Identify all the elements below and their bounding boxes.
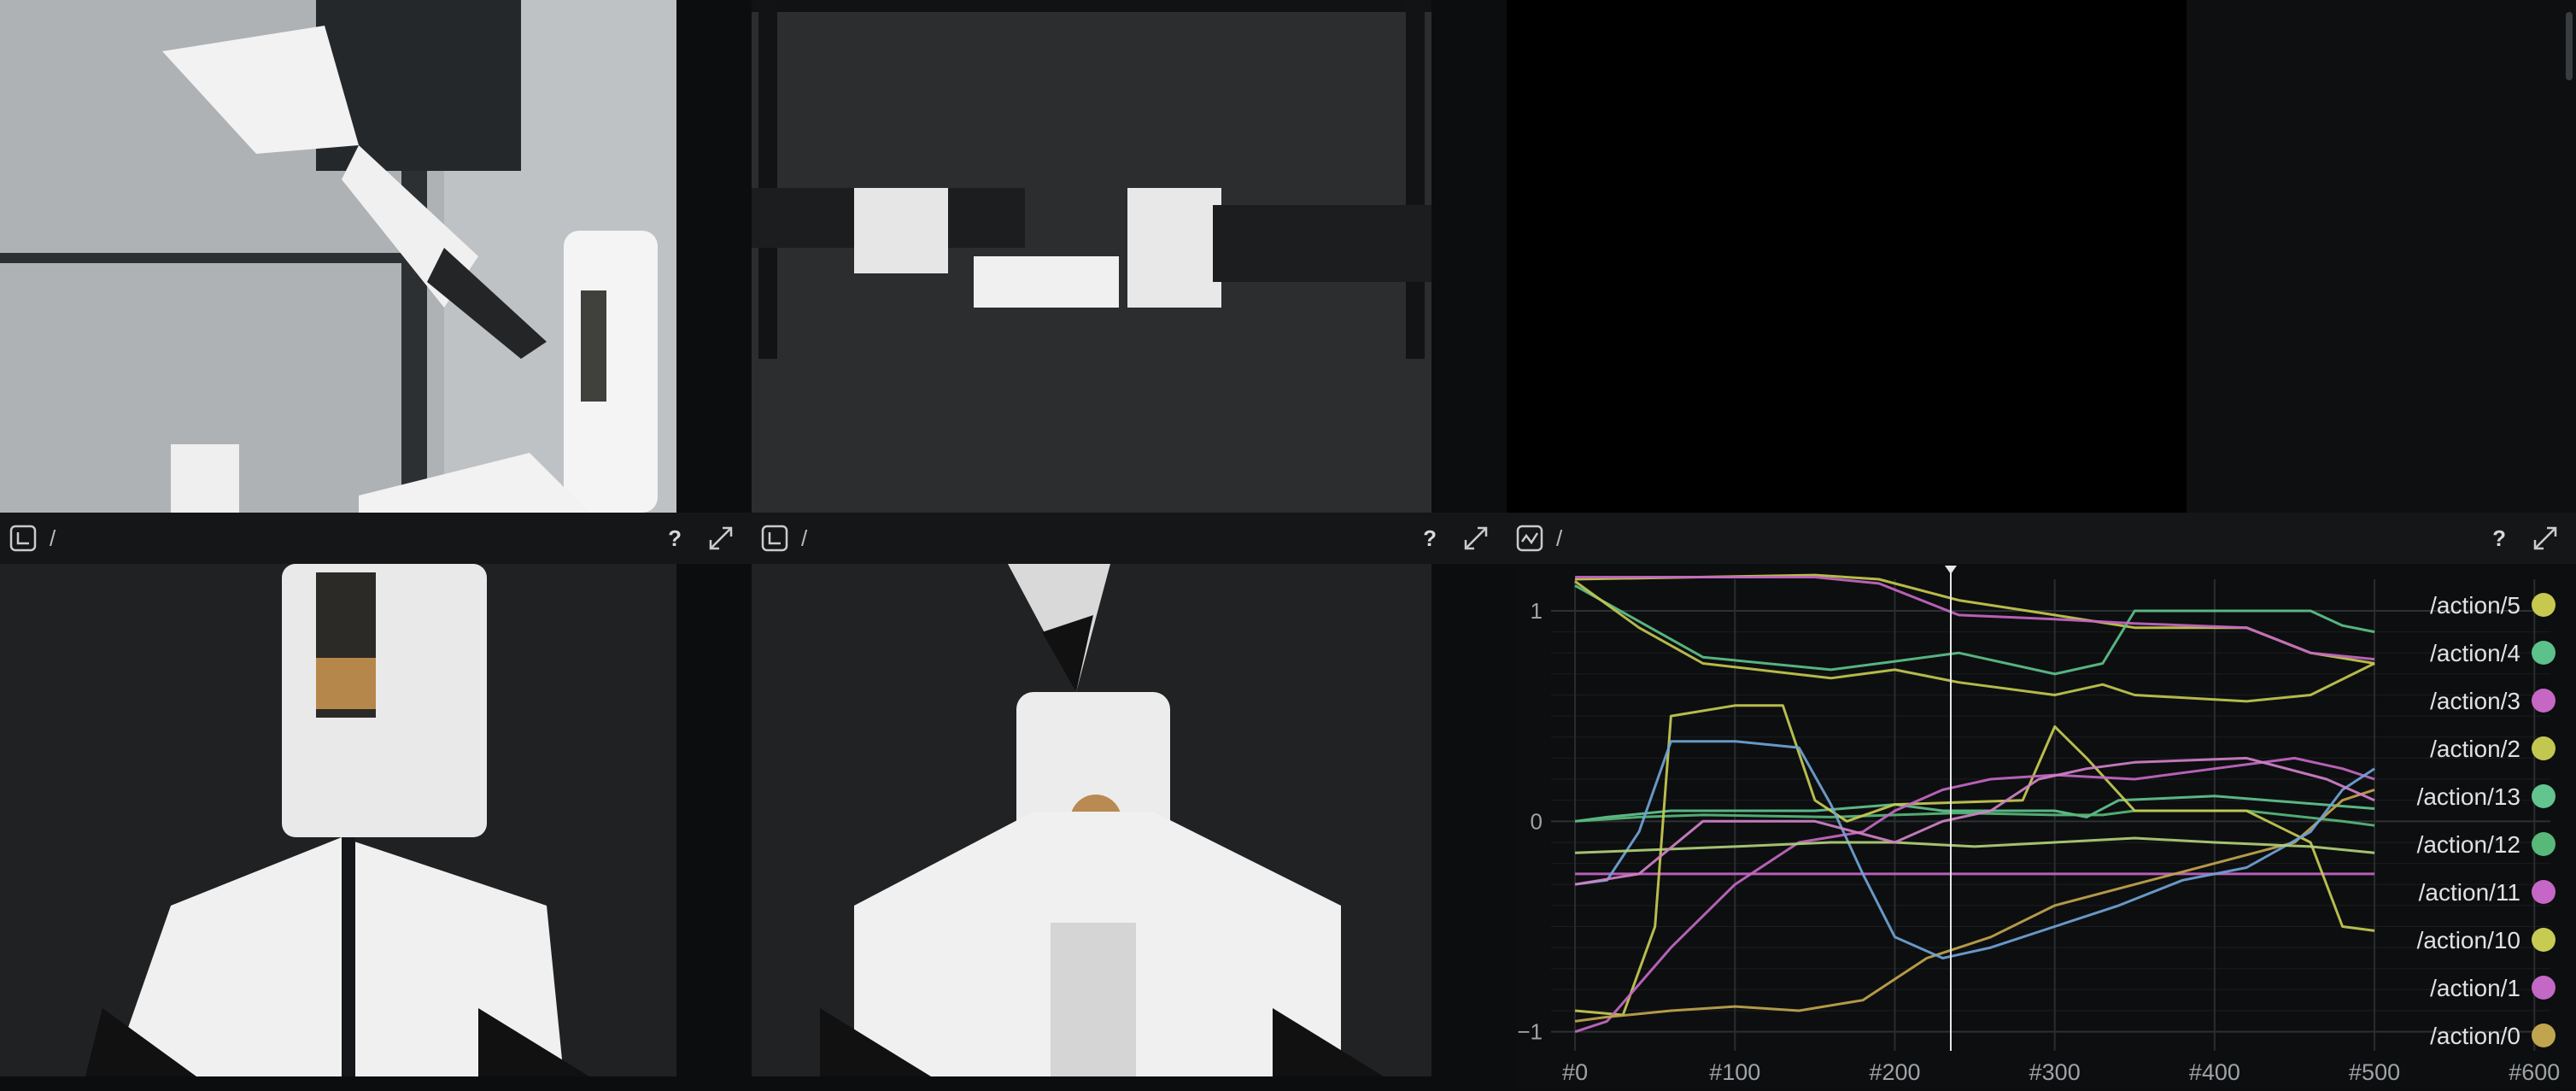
maximize-icon[interactable]	[1461, 523, 1491, 554]
series-line	[1575, 836, 2375, 854]
camera-frame-gripper-right	[752, 564, 1431, 1076]
timeseries-icon[interactable]	[1515, 524, 1544, 553]
timeseries-plot[interactable]: 1 0 −1 #0 #100 #200 #300 #400 #500 #600/action/5 /…	[1517, 564, 2576, 1087]
series-line	[1575, 576, 2375, 661]
legend-label: /action/11	[2419, 879, 2520, 906]
x-tick-label: #400	[2189, 1059, 2240, 1085]
legend-label: /action/1	[2430, 975, 2520, 1001]
camera-frame-left	[0, 0, 676, 513]
camera-frame-overhead	[752, 0, 1431, 513]
legend-label: /action/3	[2430, 688, 2520, 714]
scrollbar-thumb[interactable]	[2566, 12, 2573, 80]
legend-dot	[2532, 928, 2556, 952]
camera-view-top-right[interactable]	[1507, 0, 2187, 513]
help-icon[interactable]: ?	[2492, 525, 2506, 552]
series-line	[1574, 580, 2375, 703]
camera-frame-gripper-left	[0, 564, 676, 1076]
series-line	[1575, 573, 2375, 665]
view-path[interactable]: /	[1556, 525, 1562, 552]
x-tick-label: #300	[2029, 1059, 2081, 1085]
x-tick-label: #0	[1562, 1059, 1588, 1085]
y-tick-label: −1	[1517, 1019, 1543, 1045]
legend-label: /action/12	[2417, 831, 2520, 858]
legend-dot	[2532, 593, 2556, 617]
view-path[interactable]: /	[801, 525, 807, 552]
maximize-icon[interactable]	[2530, 523, 2561, 554]
legend-label: /action/10	[2417, 927, 2520, 953]
legend-label: /action/0	[2430, 1023, 2520, 1049]
y-tick-label: 1	[1531, 598, 1543, 624]
legend-label: /action/5	[2430, 592, 2520, 619]
x-tick-label: #600	[2509, 1059, 2560, 1085]
legend-dot	[2532, 736, 2556, 760]
legend-dot	[2532, 784, 2556, 808]
legend-dot	[2532, 976, 2556, 1000]
time-cursor-handle	[1945, 566, 1957, 574]
maximize-icon[interactable]	[705, 523, 736, 554]
spatial-2d-icon[interactable]	[9, 524, 38, 553]
help-icon[interactable]: ?	[1423, 525, 1437, 552]
spatial-2d-icon[interactable]	[760, 524, 789, 553]
help-icon[interactable]: ?	[668, 525, 682, 552]
view-bar-bottom-middle: / ?	[752, 513, 1507, 564]
y-tick-label: 0	[1531, 808, 1543, 834]
view-bar-bottom-left: / ?	[0, 513, 752, 564]
camera-view-bottom-middle[interactable]	[752, 564, 1431, 1076]
camera-view-top-middle[interactable]	[752, 0, 1431, 513]
legend-dot	[2532, 832, 2556, 856]
x-tick-label: #500	[2349, 1059, 2400, 1085]
legend-label: /action/2	[2430, 736, 2520, 762]
legend-dot	[2532, 1024, 2556, 1047]
x-tick-label: #200	[1869, 1059, 1920, 1085]
empty-panel-area	[2187, 0, 2576, 513]
camera-view-top-left[interactable]	[0, 0, 676, 513]
view-bar-plot: / ?	[1507, 513, 2576, 564]
legend-label: /action/13	[2417, 783, 2520, 810]
legend-dot	[2532, 641, 2556, 665]
legend-dot	[2532, 880, 2556, 904]
camera-view-bottom-left[interactable]	[0, 564, 676, 1076]
legend-label: /action/4	[2430, 640, 2520, 666]
x-tick-label: #100	[1709, 1059, 1760, 1085]
view-path[interactable]: /	[50, 525, 56, 552]
plot-canvas[interactable]: 1 0 −1 #0 #100 #200 #300 #400 #500 #600/action/5 /…	[1517, 564, 2576, 1087]
legend-dot	[2532, 689, 2556, 713]
